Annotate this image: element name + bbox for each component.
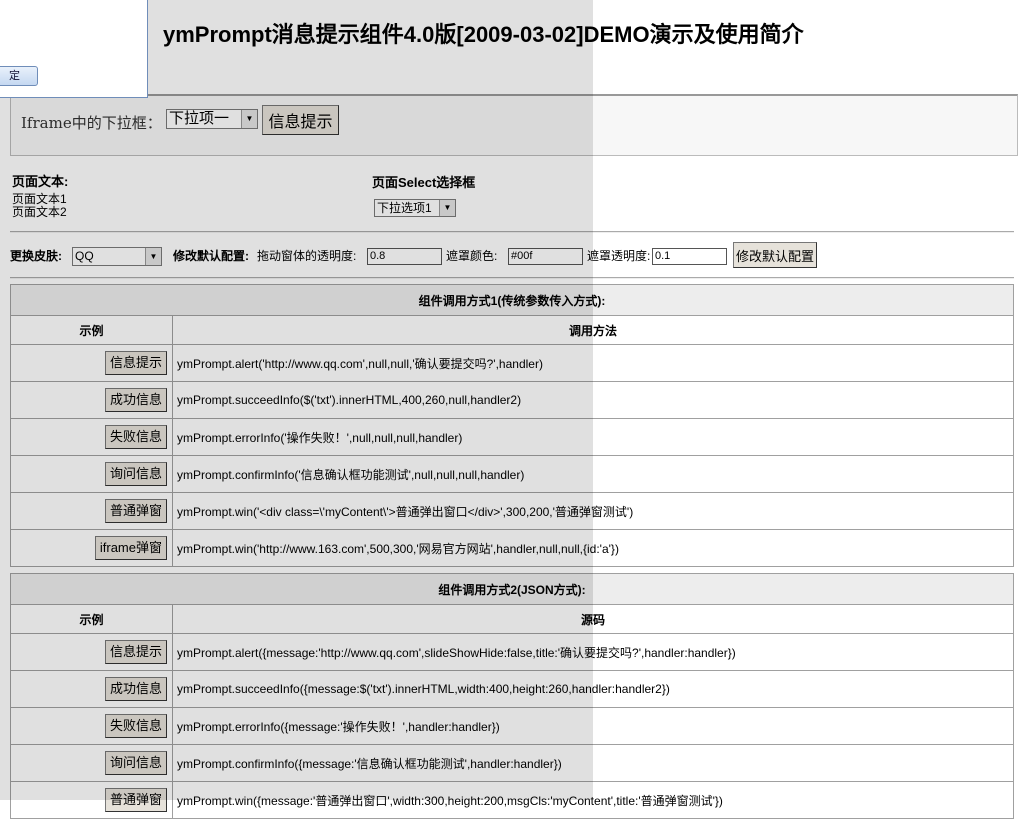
demo-button[interactable]: 信息提示 (104, 351, 167, 375)
example-cell: 询问信息 (10, 455, 173, 493)
mask-color-input[interactable]: #00f (508, 248, 583, 265)
example-cell: iframe弹窗 (10, 529, 173, 567)
code-cell: ymPrompt.confirmInfo('信息确认框功能测试',null,nu… (172, 455, 1014, 493)
column-header-example: 示例 (10, 315, 173, 345)
mask-opacity-label: 遮罩透明度: (587, 249, 651, 263)
table-row: 信息提示 ymPrompt.alert({message:'http://www.… (10, 633, 1014, 671)
example-cell: 成功信息 (10, 381, 173, 419)
page-select[interactable]: 下拉选项1 ▼ (374, 199, 456, 217)
page-select-value: 下拉选项1 (377, 201, 432, 215)
page-select-block: 页面Select选择框 (372, 176, 475, 194)
chevron-down-icon: ▼ (439, 200, 455, 216)
table-row: 失败信息 ymPrompt.errorInfo({message:'操作失败！',… (10, 707, 1014, 745)
table-row: 询问信息 ymPrompt.confirmInfo('信息确认框功能测试',nul… (10, 455, 1014, 493)
demo-button[interactable]: 普通弹窗 (104, 499, 167, 523)
example-cell: 信息提示 (10, 344, 173, 382)
mask-color-label: 遮罩颜色: (446, 249, 498, 263)
example-cell: 信息提示 (10, 633, 173, 671)
drag-opacity-input[interactable]: 0.8 (367, 248, 442, 265)
table-row: 普通弹窗 ymPrompt.win({message:'普通弹出窗口',width… (10, 781, 1014, 819)
drag-opacity-label: 拖动窗体的透明度: (257, 249, 357, 263)
code-cell: ymPrompt.errorInfo('操作失败！',null,null,nul… (172, 418, 1014, 456)
example-cell: 询问信息 (10, 744, 173, 782)
page-text-line-2: 页面文本2 (12, 205, 67, 219)
column-header-source: 源码 (172, 604, 1014, 634)
demo-button[interactable]: 信息提示 (104, 640, 167, 664)
chevron-down-icon: ▼ (145, 248, 161, 265)
table-row: 询问信息 ymPrompt.confirmInfo({message:'信息确认框… (10, 744, 1014, 782)
table-row: 失败信息 ymPrompt.errorInfo('操作失败！',null,null… (10, 418, 1014, 456)
iframe-select[interactable]: 下拉项一 ▼ (166, 109, 258, 129)
call-method-table-1: 组件调用方式1(传统参数传入方式): 示例 调用方法 信息提示 ymPrompt.… (10, 284, 1014, 567)
code-cell: ymPrompt.succeedInfo($('txt').innerHTML,… (172, 381, 1014, 419)
skin-select-value: QQ (75, 249, 94, 263)
table-row: 信息提示 ymPrompt.alert('http://www.qq.com',n… (10, 344, 1014, 382)
example-cell: 成功信息 (10, 670, 173, 708)
table-caption: 组件调用方式2(JSON方式): (10, 573, 1014, 605)
code-cell: ymPrompt.win({message:'普通弹出窗口',width:300… (172, 781, 1014, 819)
iframe-select-value: 下拉项一 (169, 110, 230, 127)
page-text-block: 页面文本: 页面文本1 页面文本2 (12, 175, 68, 219)
demo-button[interactable]: 成功信息 (104, 388, 167, 412)
iframe-info-button[interactable]: 信息提示 (262, 105, 339, 135)
table-row: 普通弹窗 ymPrompt.win('<div class=\'myContent… (10, 492, 1014, 530)
code-cell: ymPrompt.win('http://www.163.com',500,30… (172, 529, 1014, 567)
chevron-down-icon: ▼ (241, 110, 257, 128)
mask-opacity-input[interactable]: 0.1 (652, 248, 727, 265)
iframe-select-label: Iframe中的下拉框： (21, 114, 162, 132)
page-select-heading: 页面Select选择框 (372, 175, 476, 190)
code-cell: ymPrompt.win('<div class=\'myContent\'>普… (172, 492, 1014, 530)
demo-button[interactable]: 失败信息 (104, 714, 167, 738)
code-cell: ymPrompt.alert('http://www.qq.com',null,… (172, 344, 1014, 382)
skin-label: 更换皮肤: (10, 249, 62, 263)
demo-button[interactable]: iframe弹窗 (94, 536, 167, 560)
modify-config-label: 修改默认配置: (173, 249, 249, 263)
code-cell: ymPrompt.confirmInfo({message:'信息确认框功能测试… (172, 744, 1014, 782)
call-method-table-2: 组件调用方式2(JSON方式): 示例 源码 信息提示 ymPrompt.aler… (10, 573, 1014, 819)
modify-config-button[interactable]: 修改默认配置 (733, 242, 817, 268)
example-cell: 失败信息 (10, 707, 173, 745)
table-row: 成功信息 ymPrompt.succeedInfo({message:$('txt… (10, 670, 1014, 708)
demo-button[interactable]: 询问信息 (104, 462, 167, 486)
table-caption: 组件调用方式1(传统参数传入方式): (10, 284, 1014, 316)
demo-button[interactable]: 询问信息 (104, 751, 167, 775)
divider (10, 231, 1014, 233)
divider (10, 277, 1014, 279)
column-header-example: 示例 (10, 604, 173, 634)
demo-button[interactable]: 普通弹窗 (104, 788, 167, 812)
code-cell: ymPrompt.alert({message:'http://www.qq.c… (172, 633, 1014, 671)
iframe-panel: Iframe中的下拉框： 下拉项一 ▼ 信息提示 (10, 94, 1018, 156)
code-cell: ymPrompt.errorInfo({message:'操作失败！',hand… (172, 707, 1014, 745)
skin-select[interactable]: QQ ▼ (72, 247, 162, 266)
popup-confirm-button[interactable]: 定 (0, 66, 38, 86)
demo-button[interactable]: 失败信息 (104, 425, 167, 449)
example-cell: 失败信息 (10, 418, 173, 456)
prompt-popup-window: 定 (0, 0, 148, 98)
table-row: iframe弹窗 ymPrompt.win('http://www.163.com… (10, 529, 1014, 567)
demo-button[interactable]: 成功信息 (104, 677, 167, 701)
page-title: ymPrompt消息提示组件4.0版[2009-03-02]DEMO演示及使用简… (163, 22, 804, 47)
example-cell: 普通弹窗 (10, 781, 173, 819)
example-cell: 普通弹窗 (10, 492, 173, 530)
column-header-method: 调用方法 (172, 315, 1014, 345)
table-row: 成功信息 ymPrompt.succeedInfo($('txt').innerH… (10, 381, 1014, 419)
code-cell: ymPrompt.succeedInfo({message:$('txt').i… (172, 670, 1014, 708)
page-text-heading: 页面文本: (12, 174, 69, 189)
